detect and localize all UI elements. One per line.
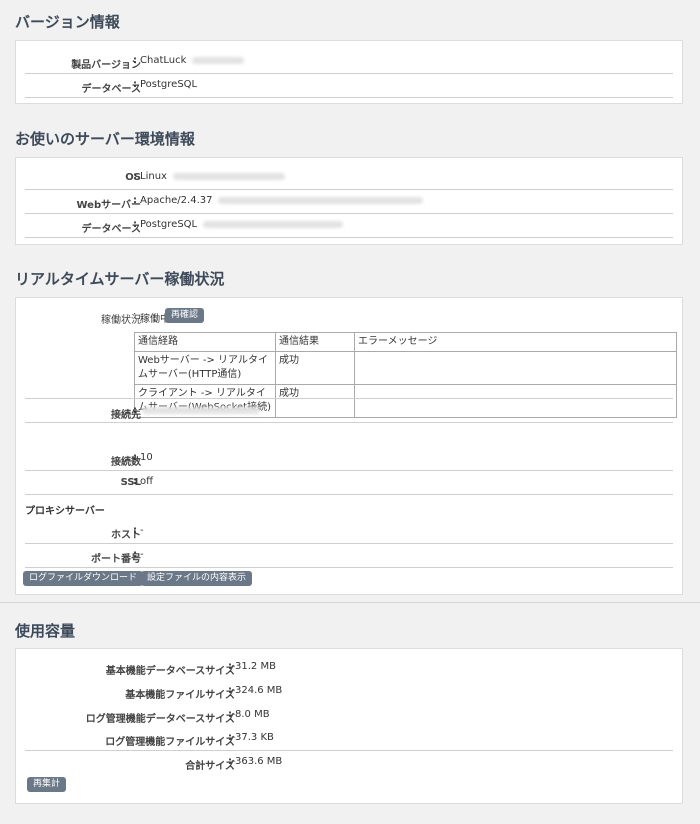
usage-row: 基本機能ファイルサイズ : 324.6 MB (125, 685, 283, 701)
table-cell-result: 成功 (275, 351, 355, 385)
server-section-title: お使いのサーバー環境情報 (15, 130, 195, 148)
ssl-value: off (140, 476, 154, 487)
webserver-value: Apache/2.4.37 (140, 195, 213, 206)
redacted-text (203, 220, 344, 228)
redacted-text (142, 406, 260, 414)
proxy-host-row: ホスト : - (25, 519, 673, 544)
version-section-title: バージョン情報 (15, 13, 120, 31)
usage-label: 基本機能データベースサイズ (105, 666, 235, 677)
proxy-port-row: ポート番号 : - (25, 543, 673, 568)
usage-value: 324.6 MB (235, 685, 283, 696)
table-cell-route: Webサーバー -> リアルタイムサーバー(HTTP通信) (134, 351, 276, 385)
webserver-row: Webサーバー : Apache/2.4.37 (25, 189, 673, 214)
ssl-row: SSL : off (25, 470, 673, 495)
proxy-heading: プロキシサーバー (25, 506, 105, 517)
server-database-row: データベース : PostgreSQL (25, 213, 673, 238)
product-version-label: 製品バージョン (71, 60, 141, 71)
recheck-button[interactable]: 再確認 (165, 308, 205, 323)
usage-row: 基本機能データベースサイズ : 31.2 MB (105, 661, 276, 677)
version-panel: 製品バージョン : ChatLuck データベース : PostgreSQL (15, 40, 683, 104)
usage-total-row: 合計サイズ : 363.6 MB (185, 756, 283, 772)
usage-label: ログ管理機能データベースサイズ (85, 714, 235, 725)
ssl-label: SSL (120, 477, 141, 488)
usage-panel: 基本機能データベースサイズ : 31.2 MB 基本機能ファイルサイズ : 32… (15, 648, 683, 804)
proxy-port-value: - (140, 549, 144, 560)
connection-count-row: 接続数 : 10 (25, 446, 673, 471)
redacted-text (218, 196, 424, 204)
table-header-row: 通信経路 通信結果 エラーメッセージ (134, 332, 677, 352)
connection-count-value: 10 (140, 452, 153, 463)
usage-row: ログ管理機能データベースサイズ : 8.0 MB (85, 709, 270, 725)
usage-value: 37.3 KB (235, 732, 274, 743)
server-panel: OS : Linux Webサーバー : Apache/2.4.37 データベー… (15, 157, 683, 245)
os-row: OS : Linux (25, 165, 673, 190)
usage-total-value: 363.6 MB (235, 756, 283, 767)
realtime-panel: 稼働状況 : 稼働中 再確認 通信経路 通信結果 エラーメッセージ Webサーバ… (15, 297, 683, 595)
proxy-host-value: - (140, 525, 144, 536)
table-header-route: 通信経路 (134, 332, 276, 352)
usage-label: 基本機能ファイルサイズ (125, 690, 235, 701)
table-row: Webサーバー -> リアルタイムサーバー(HTTP通信) 成功 (134, 351, 677, 385)
realtime-section-title: リアルタイムサーバー稼働状況 (15, 270, 225, 288)
redacted-text (172, 172, 285, 180)
table-cell-error (354, 351, 677, 385)
download-log-button[interactable]: ログファイルダウンロード (23, 571, 144, 586)
usage-value: 31.2 MB (235, 661, 276, 672)
product-version-row: 製品バージョン : ChatLuck (25, 49, 673, 74)
usage-label: ログ管理機能ファイルサイズ (105, 737, 235, 748)
usage-value: 8.0 MB (235, 709, 270, 720)
realtime-status-row: 稼働状況 : 稼働中 再確認 (25, 304, 673, 328)
usage-row: ログ管理機能ファイルサイズ : 37.3 KB (25, 726, 673, 751)
recount-button[interactable]: 再集計 (27, 777, 67, 792)
table-header-error: エラーメッセージ (354, 332, 677, 352)
usage-section-title: 使用容量 (15, 622, 76, 640)
redacted-text (192, 56, 245, 64)
server-database-value: PostgreSQL (140, 219, 198, 230)
webserver-label: Webサーバー (76, 200, 141, 211)
section-divider (0, 602, 700, 603)
os-value: Linux (140, 171, 167, 182)
version-database-row: データベース : PostgreSQL (25, 73, 673, 98)
product-version-value: ChatLuck (140, 55, 187, 66)
connection-target-row: 接続先 : (25, 398, 673, 423)
table-header-result: 通信結果 (275, 332, 355, 352)
version-database-value: PostgreSQL (140, 79, 198, 90)
show-config-button[interactable]: 設定ファイルの内容表示 (141, 571, 253, 586)
